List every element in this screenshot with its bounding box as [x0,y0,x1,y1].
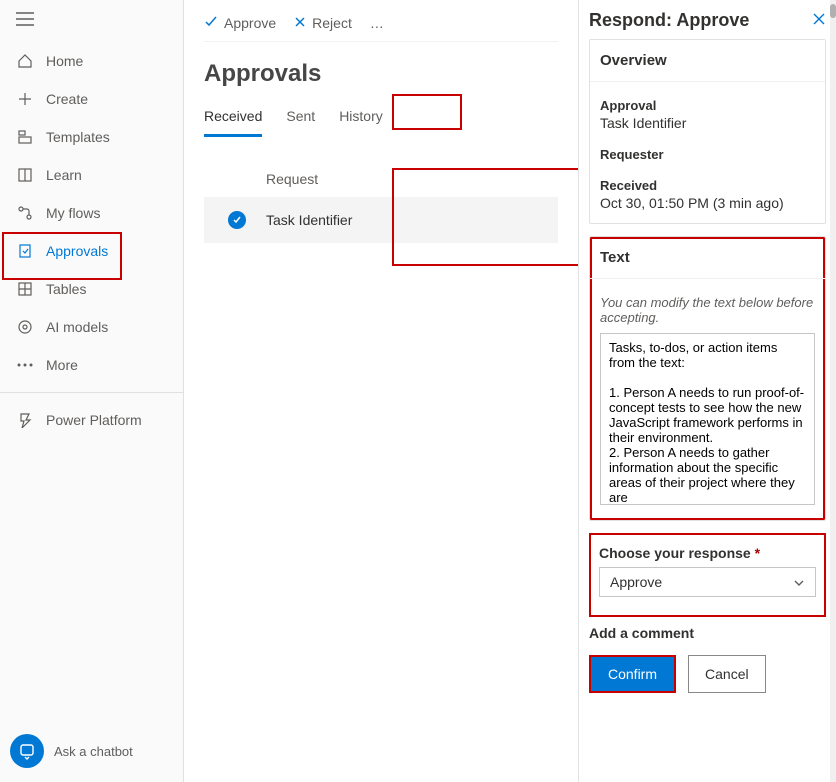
sidebar-item-power-platform[interactable]: Power Platform [0,401,183,439]
sidebar-item-label: Approvals [46,243,108,259]
platform-icon [16,411,34,429]
more-icon [16,356,34,374]
home-icon [16,52,34,70]
sidebar-item-my-flows[interactable]: My flows [0,194,183,232]
sidebar-item-label: AI models [46,319,108,335]
panel-title: Respond: Approve [589,10,749,31]
sidebar-item-learn[interactable]: Learn [0,156,183,194]
sidebar-item-label: Create [46,91,88,107]
sidebar-item-label: Tables [46,281,86,297]
requester-label: Requester [600,147,815,162]
chatbot-icon [10,734,44,768]
response-select[interactable]: Approve [599,567,816,597]
comment-label: Add a comment [589,625,826,641]
approval-label: Approval [600,98,815,113]
approval-value: Task Identifier [600,115,815,131]
confirm-button[interactable]: Confirm [591,657,674,691]
row-title: Task Identifier [266,212,352,228]
cancel-button[interactable]: Cancel [688,655,766,693]
chatbot-label: Ask a chatbot [54,744,133,759]
approvals-table: Request Task Identifier [204,161,558,243]
overview-card: Overview Approval Task Identifier Reques… [589,39,826,224]
close-icon[interactable] [812,12,826,29]
sidebar-item-tables[interactable]: Tables [0,270,183,308]
check-icon [204,14,218,31]
sidebar: Home Create Templates Learn My flows App… [0,0,184,782]
flow-icon [16,204,34,222]
reject-button[interactable]: Reject [294,15,352,31]
ai-icon [16,318,34,336]
divider [0,392,183,393]
main-content: Approve Reject … Approvals Received Sent… [184,0,578,782]
sidebar-item-create[interactable]: Create [0,80,183,118]
response-selected: Approve [610,574,662,590]
table-header-request: Request [204,161,558,197]
sidebar-item-label: More [46,357,78,373]
overview-heading: Overview [590,40,825,82]
tabs: Received Sent History [204,102,558,137]
grid-icon [16,280,34,298]
hamburger-menu[interactable] [16,12,34,26]
sidebar-item-ai-models[interactable]: AI models [0,308,183,346]
tab-sent[interactable]: Sent [286,102,315,137]
table-row[interactable]: Task Identifier [204,197,558,243]
text-hint: You can modify the text below before acc… [600,295,815,325]
sidebar-item-home[interactable]: Home [0,42,183,80]
response-label: Choose your response * [599,545,816,561]
x-icon [294,15,306,31]
sidebar-item-label: Power Platform [46,412,142,428]
sidebar-item-label: My flows [46,205,100,221]
tab-history[interactable]: History [339,102,383,137]
status-pending-icon [228,211,246,229]
received-value: Oct 30, 01:50 PM (3 min ago) [600,195,815,211]
more-icon[interactable]: … [370,15,384,31]
page-title: Approvals [204,60,558,88]
plus-icon [16,90,34,108]
book-icon [16,166,34,184]
respond-panel: Respond: Approve Overview Approval Task … [578,0,836,782]
sidebar-item-label: Home [46,53,83,69]
received-label: Received [600,178,815,193]
toolbar: Approve Reject … [204,8,558,42]
text-heading: Text [590,237,825,279]
chatbot-launcher[interactable]: Ask a chatbot [0,720,183,782]
chevron-down-icon [793,574,805,590]
sidebar-item-templates[interactable]: Templates [0,118,183,156]
text-textarea[interactable] [600,333,815,505]
sidebar-item-approvals[interactable]: Approvals [0,232,183,270]
template-icon [16,128,34,146]
sidebar-item-label: Learn [46,167,82,183]
sidebar-item-label: Templates [46,129,110,145]
tab-received[interactable]: Received [204,102,262,137]
approval-icon [16,242,34,260]
approve-button[interactable]: Approve [204,14,276,31]
text-card: Text You can modify the text below befor… [589,236,826,521]
sidebar-item-more[interactable]: More [0,346,183,384]
